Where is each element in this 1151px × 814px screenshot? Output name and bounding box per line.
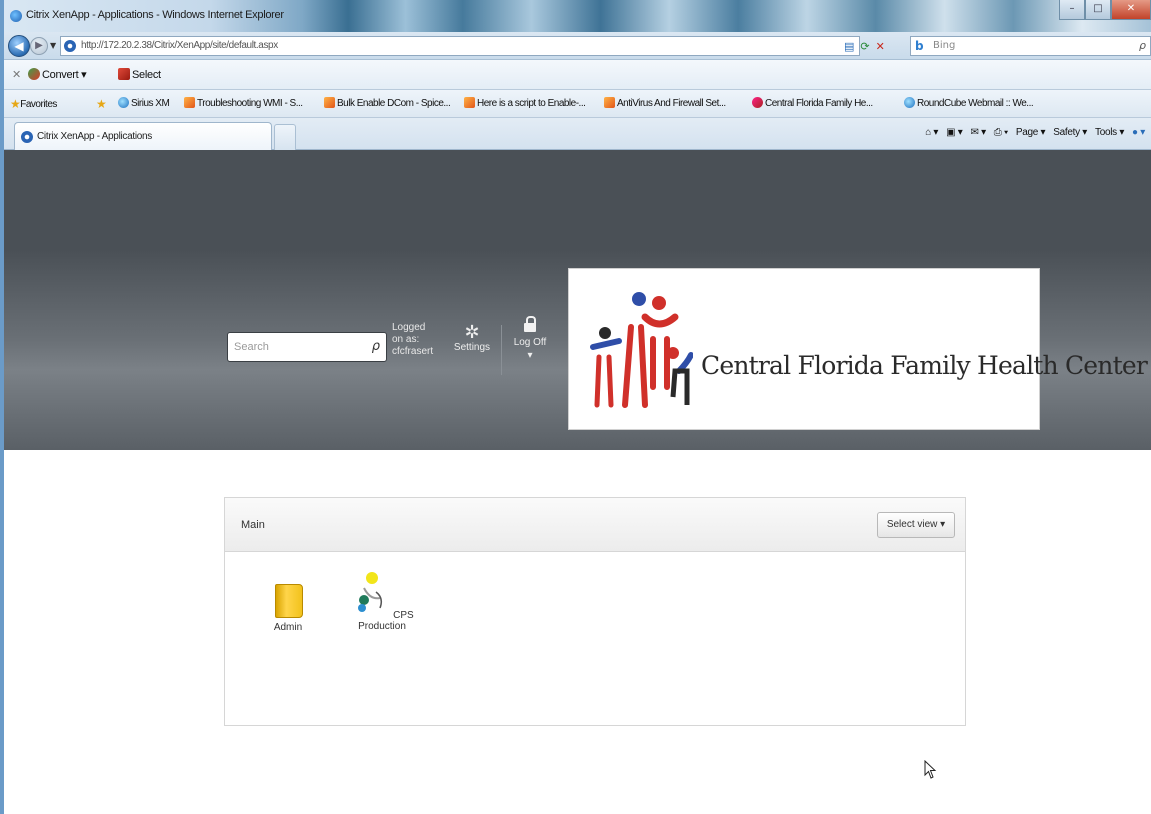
title-bar: Citrix XenApp - Applications - Windows I… xyxy=(4,0,1151,32)
search-icon[interactable]: ρ xyxy=(372,339,380,354)
favorites-button[interactable]: ★Favorites xyxy=(10,97,57,111)
app-tile-cps-production[interactable]: CPS Production xyxy=(337,572,427,632)
log-off-button[interactable]: Log Off ▾ xyxy=(510,316,550,362)
new-tab-button[interactable] xyxy=(274,124,296,150)
select-button[interactable]: Select xyxy=(118,66,161,84)
favorite-icon xyxy=(118,97,129,108)
recent-pages-dropdown[interactable]: ▼ xyxy=(50,41,56,50)
bing-icon: b xyxy=(915,39,924,53)
favorite-icon xyxy=(904,97,915,108)
convert-button[interactable]: Convert ▾ xyxy=(28,66,87,84)
add-favorite-icon[interactable]: ★ xyxy=(96,97,107,111)
tab-citrix-applications[interactable]: Citrix XenApp - Applications xyxy=(14,122,272,150)
favorite-link[interactable]: Troubleshooting WMI - S... xyxy=(184,97,303,109)
favorite-link[interactable]: Central Florida Family He... xyxy=(752,97,873,109)
search-field[interactable]: b Bing ρ xyxy=(910,36,1151,56)
mouse-cursor-icon xyxy=(924,760,937,779)
convert-label: Convert xyxy=(42,69,79,81)
tools-menu[interactable]: Tools ▾ xyxy=(1095,127,1124,138)
favorite-label: Bulk Enable DCom - Spice... xyxy=(337,98,451,109)
logged-on-info: Logged on as: cfcfrasert xyxy=(392,322,438,358)
select-view-dropdown[interactable]: Select view ▾ xyxy=(877,512,955,538)
app-search-box[interactable]: ρ xyxy=(227,332,387,362)
log-off-label: Log Off ▾ xyxy=(513,337,547,361)
add-star-icon: ★ xyxy=(96,97,107,111)
print-icon[interactable]: ⎙ ▾ xyxy=(994,127,1008,138)
search-icon[interactable]: ρ xyxy=(1139,39,1146,52)
favorites-label: Favorites xyxy=(20,99,57,110)
citrix-header-top xyxy=(4,150,1151,250)
compatibility-view-icon[interactable]: ▤ xyxy=(844,40,854,53)
tab-page-icon xyxy=(21,131,33,143)
close-toolbar-icon[interactable]: ✕ xyxy=(12,68,21,81)
ie-toolbar-tools: ⌂ ▾ ▣ ▾ ✉ ▾ ⎙ ▾ Page ▾ Safety ▾ Tools ▾ … xyxy=(925,127,1145,138)
page-menu[interactable]: Page ▾ xyxy=(1016,127,1046,138)
select-label: Select xyxy=(132,69,161,81)
safety-menu[interactable]: Safety ▾ xyxy=(1053,127,1087,138)
gear-icon: ✲ xyxy=(464,322,480,342)
address-bar-row: ◀ ▶ ▼ http://172.20.2.38/Citrix/XenApp/s… xyxy=(4,32,1151,60)
favorite-link[interactable]: Bulk Enable DCom - Spice... xyxy=(324,97,451,109)
stop-icon[interactable]: ✕ xyxy=(876,40,885,53)
panel-title: Main xyxy=(241,519,265,531)
mail-icon[interactable]: ✉ ▾ xyxy=(971,127,987,138)
address-field[interactable]: http://172.20.2.38/Citrix/XenApp/site/de… xyxy=(60,36,860,56)
username: cfcfrasert xyxy=(392,346,434,357)
select-icon xyxy=(118,68,130,80)
favorite-icon xyxy=(464,97,475,108)
settings-label: Settings xyxy=(453,342,491,353)
page-icon xyxy=(64,40,76,52)
favorite-icon xyxy=(604,97,615,108)
search-provider-label: Bing xyxy=(933,40,956,51)
app-tile-admin[interactable]: Admin xyxy=(253,578,323,633)
convert-icon xyxy=(28,68,40,80)
ie-icon xyxy=(10,10,22,22)
help-icon[interactable]: ● ▾ xyxy=(1132,127,1145,138)
family-logo-icon xyxy=(590,292,693,408)
favorites-bar: ★Favorites ★ Sirius XM Troubleshooting W… xyxy=(4,90,1151,118)
browser-window: Citrix XenApp - Applications - Windows I… xyxy=(0,0,1151,814)
favorites-star-icon: ★ xyxy=(10,97,21,111)
lock-icon xyxy=(524,316,536,332)
minimize-button[interactable]: – xyxy=(1059,0,1085,20)
organization-logo: Central Florida Family Health Center xyxy=(568,268,1148,430)
favorite-icon xyxy=(324,97,335,108)
applications-panel: Main Select view ▾ Admin CPS Production xyxy=(224,497,966,726)
panel-header: Main Select view ▾ xyxy=(225,498,965,552)
forward-button[interactable]: ▶ xyxy=(30,37,48,55)
settings-button[interactable]: ✲ Settings xyxy=(450,322,494,353)
window-title: Citrix XenApp - Applications - Windows I… xyxy=(26,9,284,21)
favorite-label: AntiVirus And Firewall Set... xyxy=(617,98,726,109)
favorite-label: Sirius XM xyxy=(131,98,170,109)
address-tools: ▤ ⟳ ✕ xyxy=(844,36,885,56)
favorite-icon xyxy=(184,97,195,108)
folder-icon xyxy=(275,584,303,618)
favorite-link[interactable]: RoundCube Webmail :: We... xyxy=(904,97,1034,109)
logged-on-label: Logged on as: xyxy=(392,322,426,345)
home-icon[interactable]: ⌂ ▾ xyxy=(925,127,938,138)
favorite-label: Here is a script to Enable-... xyxy=(477,98,586,109)
tab-label: Citrix XenApp - Applications xyxy=(37,131,152,142)
command-bar: ✕ Convert ▾ Select xyxy=(4,60,1151,90)
favorite-link[interactable]: AntiVirus And Firewall Set... xyxy=(604,97,726,109)
favorite-label: Troubleshooting WMI - S... xyxy=(197,98,303,109)
cps-app-icon xyxy=(358,572,383,612)
favorite-label: RoundCube Webmail :: We... xyxy=(917,98,1034,109)
favorite-link[interactable]: Here is a script to Enable-... xyxy=(464,97,586,109)
favorite-label: Central Florida Family He... xyxy=(765,98,873,109)
feeds-icon[interactable]: ▣ ▾ xyxy=(946,127,963,138)
refresh-icon[interactable]: ⟳ xyxy=(860,40,869,53)
app-search-input[interactable] xyxy=(228,333,368,361)
header-divider xyxy=(501,325,502,375)
tab-strip: Citrix XenApp - Applications ⌂ ▾ ▣ ▾ ✉ ▾… xyxy=(4,118,1151,150)
close-button[interactable]: ✕ xyxy=(1111,0,1151,20)
window-controls: – □ ✕ xyxy=(1059,0,1151,22)
favorite-link[interactable]: Sirius XM xyxy=(118,97,170,109)
maximize-button[interactable]: □ xyxy=(1085,0,1111,20)
back-button[interactable]: ◀ xyxy=(8,35,30,57)
url-text: http://172.20.2.38/Citrix/XenApp/site/de… xyxy=(81,40,278,51)
favorite-icon xyxy=(752,97,763,108)
organization-name: Central Florida Family Health Center xyxy=(701,351,1148,380)
app-label: Admin xyxy=(273,622,303,633)
